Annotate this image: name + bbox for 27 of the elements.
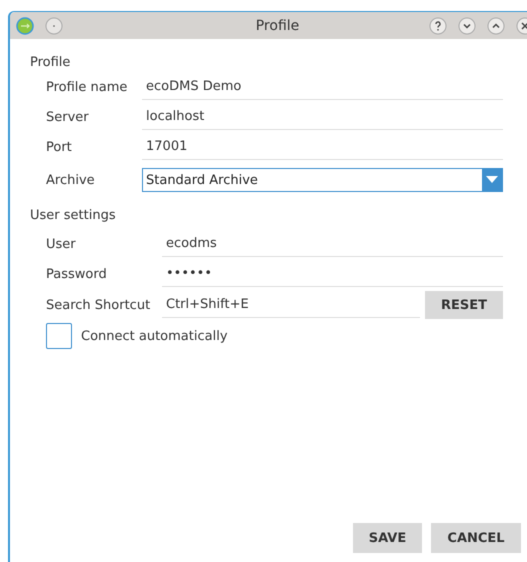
field-label: Server [46, 110, 90, 124]
field-label: Password [46, 266, 108, 282]
reset-button[interactable]: RESET [425, 291, 503, 319]
dialog-button[interactable]: SAVE [353, 523, 422, 553]
input-field[interactable]: localhost [142, 104, 503, 130]
input-field[interactable]: •••••• [162, 261, 503, 287]
checkbox[interactable] [46, 323, 72, 349]
input-field[interactable]: ecoDMS Demo [142, 74, 503, 100]
field-label: Port [46, 140, 73, 154]
archive-dropdown[interactable]: Standard Archive [142, 168, 503, 192]
shortcut-field[interactable]: Ctrl+Shift+E [162, 292, 420, 318]
chevron-up-icon[interactable] [487, 16, 505, 34]
chevron-down-icon[interactable] [458, 16, 476, 34]
caret-icon[interactable] [486, 176, 498, 184]
input-field[interactable]: ecodms [162, 231, 503, 257]
help-icon[interactable] [429, 16, 447, 34]
section-heading: Profile [30, 55, 72, 70]
field-label: User [46, 236, 77, 252]
input-field[interactable]: 17001 [142, 134, 503, 160]
close-icon[interactable] [516, 16, 527, 34]
field-label: Search Shortcut [46, 298, 152, 312]
checkbox-label: Connect automatically [81, 328, 228, 344]
field-label: Profile name [46, 80, 128, 94]
window-title: Profile [256, 18, 300, 34]
dialog-button[interactable]: CANCEL [431, 523, 521, 553]
field-label: Archive [46, 172, 96, 188]
section-heading: User settings [30, 208, 117, 223]
